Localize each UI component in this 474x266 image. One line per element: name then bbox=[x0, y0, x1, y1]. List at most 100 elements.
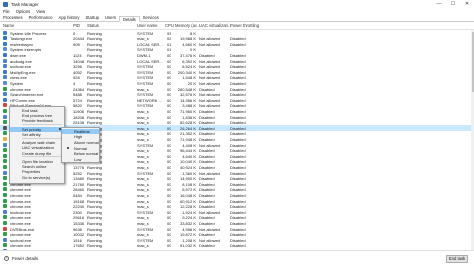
process-icon bbox=[3, 136, 7, 141]
process-icon bbox=[3, 125, 7, 130]
column-header-uac-virtualization[interactable]: UAC virtualizati... bbox=[199, 23, 231, 28]
priority-menu-item-label: Low bbox=[74, 156, 82, 162]
minimize-button[interactable]: — bbox=[432, 0, 446, 8]
process-icon bbox=[3, 164, 7, 169]
priority-menu-item[interactable]: Low bbox=[62, 157, 99, 162]
priority-menu-item-label: Above normal bbox=[74, 140, 99, 145]
column-header-user-name[interactable]: User name bbox=[137, 23, 157, 28]
process-icon bbox=[3, 220, 7, 225]
process-icon bbox=[3, 192, 7, 197]
process-icon bbox=[3, 170, 7, 175]
process-icon bbox=[3, 41, 7, 46]
process-icon bbox=[3, 52, 7, 57]
context-menu-item-label: Properties bbox=[22, 169, 41, 175]
tab-strip: Processes Performance App history Startu… bbox=[0, 15, 474, 22]
tab-users[interactable]: Users bbox=[102, 15, 119, 22]
process-icon bbox=[3, 209, 7, 214]
process-icon bbox=[3, 30, 7, 35]
process-icon bbox=[3, 47, 7, 52]
process-icon bbox=[3, 181, 7, 186]
context-menu-item-label: Search online bbox=[22, 163, 47, 169]
process-icon bbox=[3, 131, 7, 136]
process-icon bbox=[3, 103, 7, 108]
process-icon bbox=[3, 108, 7, 113]
status-bar: ˄ Fewer details End task bbox=[0, 250, 474, 266]
process-icon bbox=[3, 86, 7, 91]
process-icon bbox=[3, 64, 7, 69]
process-icon bbox=[3, 176, 7, 181]
menu-separator bbox=[22, 137, 62, 139]
process-icon bbox=[3, 114, 7, 119]
process-icon bbox=[3, 159, 7, 164]
context-menu-item[interactable]: Set affinity bbox=[10, 132, 64, 137]
process-icon bbox=[3, 142, 7, 147]
close-button[interactable]: ✕ bbox=[460, 0, 474, 8]
menu-separator bbox=[22, 124, 62, 126]
context-menu-item-label: Analyze wait chain bbox=[22, 139, 56, 145]
chevron-up-icon: ˄ bbox=[4, 256, 9, 261]
context-menu-item[interactable]: Go to service(s) bbox=[10, 175, 64, 180]
priority-menu-item[interactable]: High bbox=[62, 134, 99, 139]
priority-menu-item-label: Normal bbox=[74, 145, 87, 151]
priority-menu-item[interactable]: Below normal bbox=[62, 151, 99, 156]
process-icon bbox=[3, 153, 7, 158]
tab-performance[interactable]: Performance bbox=[26, 15, 56, 22]
context-menu-item-label: Set priority bbox=[22, 126, 42, 132]
process-icon bbox=[3, 237, 7, 242]
scrollbar-thumb[interactable] bbox=[471, 32, 474, 92]
tab-processes[interactable]: Processes bbox=[0, 15, 26, 22]
menu-file[interactable]: File bbox=[3, 9, 10, 14]
column-header-name[interactable]: Name bbox=[3, 23, 14, 28]
tab-app-history[interactable]: App history bbox=[56, 15, 83, 22]
context-menu-item-label: Set affinity bbox=[22, 131, 41, 137]
context-menu-item-label: End task bbox=[22, 107, 38, 113]
context-menu: End task End process tree Provide feedback… bbox=[9, 106, 65, 184]
process-icon bbox=[3, 187, 7, 192]
priority-menu-item[interactable]: Normal bbox=[62, 146, 99, 151]
task-manager-icon bbox=[3, 1, 8, 7]
process-icon bbox=[3, 92, 7, 97]
end-task-button[interactable]: End task bbox=[446, 254, 468, 263]
priority-menu-item[interactable]: Above normal bbox=[62, 140, 99, 145]
context-menu-item-label: Open file location bbox=[22, 158, 53, 164]
process-icon bbox=[3, 198, 7, 203]
radio-dot-icon bbox=[67, 147, 70, 150]
menu-view[interactable]: View bbox=[36, 9, 45, 14]
process-icon bbox=[3, 80, 7, 85]
fewer-details-toggle[interactable]: ˄ Fewer details bbox=[4, 256, 38, 261]
menu-options[interactable]: Options bbox=[16, 9, 30, 14]
column-header-cpu[interactable]: CPU bbox=[165, 23, 174, 28]
process-icon bbox=[3, 69, 7, 74]
process-icon bbox=[3, 75, 7, 80]
table-header: Name PID Status User name CPU Memory (ac… bbox=[0, 22, 474, 30]
fewer-details-label: Fewer details bbox=[12, 256, 39, 261]
context-menu-item[interactable]: Create dump file bbox=[10, 151, 64, 156]
priority-menu-item-label: Below normal bbox=[74, 151, 99, 157]
menu-separator bbox=[22, 156, 62, 158]
context-menu-item-label: End process tree bbox=[22, 113, 53, 119]
priority-submenu: Realtime High Above normal Normal Below norm… bbox=[61, 127, 100, 163]
column-header-power-throttling[interactable]: Power throttling bbox=[230, 23, 259, 28]
tab-startup[interactable]: Startup bbox=[83, 15, 103, 22]
context-menu-item[interactable]: Provide feedback bbox=[10, 118, 64, 123]
priority-menu-item-label: High bbox=[74, 134, 83, 140]
priority-menu-item[interactable]: Realtime bbox=[62, 128, 99, 135]
column-header-pid[interactable]: PID bbox=[73, 23, 80, 28]
context-menu-item-label: UAC virtualization bbox=[22, 145, 54, 151]
context-menu-item-label: Provide feedback bbox=[22, 118, 53, 124]
priority-menu-item-label: Realtime bbox=[74, 128, 90, 134]
title-bar: Task Manager — ☐ ✕ bbox=[0, 0, 474, 8]
process-icon bbox=[3, 120, 7, 125]
process-icon bbox=[3, 97, 7, 102]
column-header-status[interactable]: Status bbox=[87, 23, 99, 28]
process-icon bbox=[3, 232, 7, 237]
process-icon bbox=[3, 215, 7, 220]
process-icon bbox=[3, 226, 7, 231]
process-icon bbox=[3, 204, 7, 209]
context-menu-item-label: Go to service(s) bbox=[22, 174, 51, 180]
maximize-button[interactable]: ☐ bbox=[446, 0, 460, 8]
column-header-memory[interactable]: Memory (ac... bbox=[175, 23, 201, 28]
tab-services[interactable]: Services bbox=[140, 15, 162, 22]
context-menu-item-label: Create dump file bbox=[22, 150, 52, 156]
process-icon bbox=[3, 36, 7, 41]
